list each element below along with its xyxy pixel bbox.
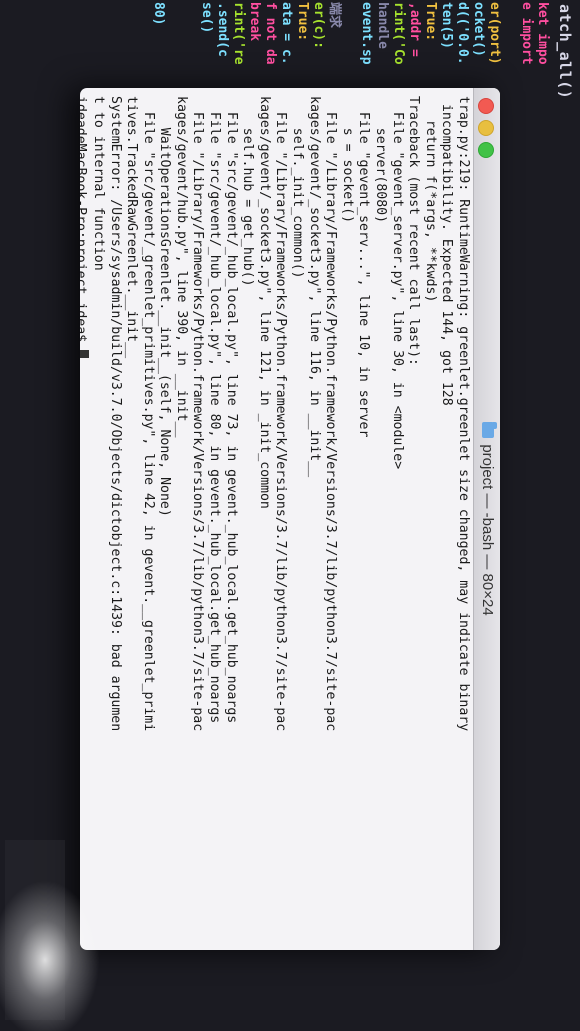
terminal-line-text: File "src/gevent/_hub_local.py", line 73… — [223, 96, 239, 724]
terminal-line: kages/gevent/hub.py", line 390, in __ini… — [172, 96, 189, 942]
editor-code-lines: ket impo e import er(port) ocket() d(('0.0.… — [80, 0, 550, 90]
editor-code-line — [502, 0, 518, 90]
terminal-window[interactable]: project — -bash — 80×24 trap.py:219: Run… — [80, 88, 500, 950]
editor-code-line — [182, 0, 198, 90]
text-cursor — [80, 350, 90, 359]
editor-code-line — [166, 0, 182, 90]
terminal-line-text: File "src/gevent/_hub_local.py", line 80… — [207, 96, 223, 724]
editor-top-line: atch_all() — [556, 4, 574, 100]
terminal-line-text: t to internal function — [90, 96, 106, 271]
terminal-line: WaitOperationsGreenlet.__init__(self, No… — [156, 96, 173, 942]
editor-code-line: ocket() — [471, 2, 486, 57]
editor-code-line: er(port) — [487, 2, 502, 65]
terminal-line: File "/Library/Frameworks/Python.framewo… — [189, 96, 206, 942]
terminal-line-text: File "/Library/Frameworks/Python.framewo… — [323, 96, 339, 732]
terminal-line-text: self._init_common() — [290, 96, 306, 279]
terminal-line: incompatibility. Expected 144, got 128 — [438, 96, 455, 942]
terminal-output[interactable]: trap.py:219: RuntimeWarning: greenlet.gr… — [80, 88, 473, 950]
terminal-line-text: kages/gevent/_socket3.py", line 116, in … — [306, 96, 322, 478]
terminal-line: File "gevent_serv...", line 10, in serve… — [355, 96, 372, 942]
editor-code-line: ,addr = — [407, 2, 422, 57]
terminal-line: File "/Library/Frameworks/Python.framewo… — [322, 96, 339, 942]
desktop-edge — [5, 840, 65, 1020]
editor-code-line: event.sp — [359, 2, 374, 65]
terminal-line: t to internal function — [89, 96, 106, 942]
terminal-line: Traceback (most recent call last): — [405, 96, 422, 942]
terminal-line-text: kages/gevent/_socket3.py", line 121, in … — [256, 96, 272, 509]
terminal-line-text: s = socket() — [339, 96, 355, 224]
window-title: project — -bash — 80×24 — [474, 88, 500, 950]
shell-prompt-line: ideadeMacBook-Pro:project idea$ — [80, 96, 90, 942]
editor-code-line: f not da — [263, 2, 278, 65]
terminal-line: tives.TrackedRawGreenlet.__init__ — [123, 96, 140, 942]
terminal-titlebar[interactable]: project — -bash — 80×24 — [473, 88, 500, 950]
terminal-line-text: tives.TrackedRawGreenlet.__init__ — [124, 96, 140, 359]
terminal-line: kages/gevent/_socket3.py", line 116, in … — [305, 96, 322, 942]
terminal-line: trap.py:219: RuntimeWarning: greenlet.gr… — [454, 96, 471, 942]
editor-code-line: 端求 — [327, 2, 342, 29]
terminal-line: File "src/gevent/_greenlet_primitives.py… — [139, 96, 156, 942]
terminal-line-text: File "/Library/Frameworks/Python.framewo… — [273, 96, 289, 732]
editor-code-line: handle — [375, 2, 390, 49]
editor-code-line: ten(5) — [439, 2, 454, 49]
terminal-line-text: WaitOperationsGreenlet.__init__(self, No… — [157, 96, 173, 517]
rotated-screen: atch_all() ket impo e import er(port) ocke… — [0, 0, 580, 1031]
editor-code-line: 80) — [151, 2, 166, 26]
terminal-line-text: self.hub = get_hub() — [240, 96, 256, 287]
terminal-line-text: Traceback (most recent call last): — [406, 96, 422, 366]
terminal-line: SystemError: /Users/sysadmin/build/v3.7.… — [106, 96, 123, 942]
terminal-line-text: trap.py:219: RuntimeWarning: greenlet.gr… — [456, 96, 471, 732]
terminal-line-text: SystemError: /Users/sysadmin/build/v3.7.… — [107, 96, 123, 732]
editor-code-line: ata = c. — [279, 2, 294, 65]
editor-code-line: ket impo — [535, 2, 550, 65]
editor-code-line: rint('re — [231, 2, 246, 65]
terminal-line-text: File "gevent_serv...", line 10, in serve… — [356, 96, 372, 438]
editor-code-line: True: — [423, 2, 438, 42]
terminal-line: File "gevent_server.py", line 30, in <mo… — [388, 96, 405, 942]
terminal-line: return f(*args, **kwds) — [421, 96, 438, 942]
editor-code-line: rint('Co — [391, 2, 406, 65]
editor-code-line: er(c): — [311, 2, 326, 49]
terminal-line-text: ideadeMacBook-Pro:project idea$ — [80, 96, 89, 343]
editor-code-line: True: — [295, 2, 310, 42]
terminal-line: s = socket() — [338, 96, 355, 942]
window-title-text: project — -bash — 80×24 — [479, 444, 496, 616]
terminal-line: File "/Library/Frameworks/Python.framewo… — [272, 96, 289, 942]
terminal-line-text: incompatibility. Expected 144, got 128 — [439, 96, 455, 406]
terminal-line-text: kages/gevent/hub.py", line 390, in __ini… — [173, 96, 189, 438]
terminal-line: File "src/gevent/_hub_local.py", line 73… — [222, 96, 239, 942]
terminal-line: server(8080) — [371, 96, 388, 942]
terminal-line-text: server(8080) — [373, 96, 389, 224]
terminal-line: File "src/gevent/_hub_local.py", line 80… — [206, 96, 223, 942]
photo-stage: atch_all() ket impo e import er(port) ocke… — [0, 0, 580, 1031]
terminal-line: self._init_common() — [288, 96, 305, 942]
terminal-line-text: File "gevent_server.py", line 30, in <mo… — [389, 96, 405, 470]
folder-icon — [482, 422, 494, 439]
terminal-line-text: return f(*args, **kwds) — [422, 96, 438, 303]
editor-code-line: d(('0.0. — [455, 2, 470, 65]
editor-code-line: se() — [199, 2, 214, 34]
terminal-line-text: File "src/gevent/_greenlet_primitives.py… — [140, 96, 156, 732]
editor-code-line: e import — [519, 2, 534, 65]
terminal-line-text: File "/Library/Frameworks/Python.framewo… — [190, 96, 206, 732]
editor-code-line — [342, 0, 358, 90]
editor-code-line: break — [247, 2, 262, 42]
terminal-line: self.hub = get_hub() — [239, 96, 256, 942]
terminal-line: kages/gevent/_socket3.py", line 121, in … — [255, 96, 272, 942]
editor-code-line: .send(c — [215, 2, 230, 57]
